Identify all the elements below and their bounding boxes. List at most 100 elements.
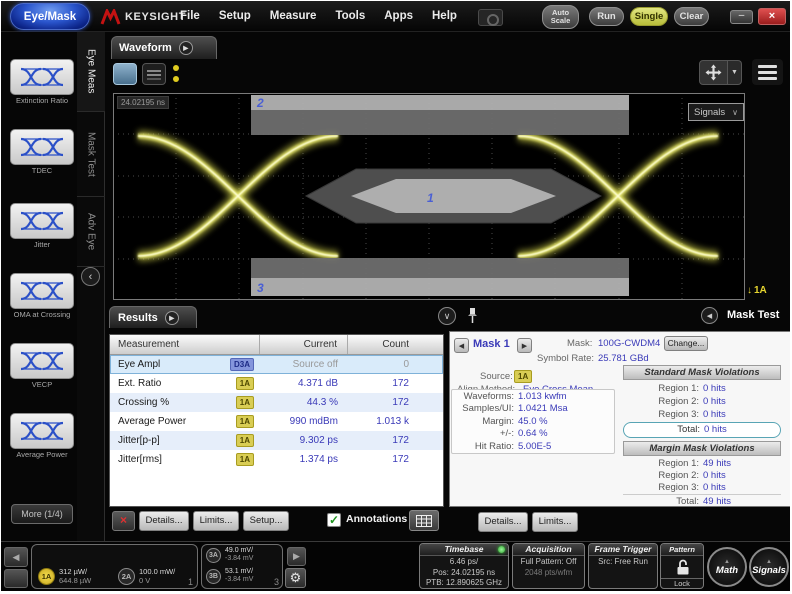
channel-scale: 53.1 mV/: [225, 568, 253, 576]
source-marker: 1A: [747, 285, 767, 296]
results-tab-menu-icon[interactable]: [165, 311, 179, 325]
meas-count: 172: [348, 435, 443, 446]
sidebar-item-tdec[interactable]: TDEC: [10, 129, 74, 176]
sidebar-item-vecp[interactable]: VECP: [10, 343, 74, 390]
move-cross-icon: [705, 64, 722, 81]
channel-3a-badge[interactable]: 3A: [206, 548, 221, 563]
waveform-tab[interactable]: Waveform: [111, 36, 217, 59]
marker-dot-2[interactable]: [173, 76, 179, 82]
delete-measurement-button[interactable]: [112, 511, 135, 531]
results-tab[interactable]: Results: [109, 306, 197, 328]
collapse-sidebar-button[interactable]: [81, 267, 100, 286]
mode-button[interactable]: Eye/Mask: [10, 3, 90, 30]
results-table-header: Measurement Current Count: [110, 335, 443, 355]
mask-change-button[interactable]: Change...: [664, 336, 708, 351]
stat-label: +/-:: [452, 428, 514, 440]
scroll-left-button[interactable]: ◀: [4, 547, 28, 567]
clear-button[interactable]: Clear: [674, 7, 709, 26]
display-layout-button[interactable]: [142, 63, 166, 85]
jitter-icon: [20, 210, 64, 232]
pin-icon[interactable]: [467, 307, 478, 325]
sidebar-item-extinction-ratio[interactable]: Extinction Ratio: [10, 59, 74, 106]
table-row[interactable]: Eye Ampl D3A Source off 0: [110, 355, 443, 374]
menu-setup[interactable]: Setup: [219, 10, 251, 22]
meas-name: Eye Ampl: [118, 359, 160, 370]
tab-mask-test[interactable]: Mask Test: [77, 112, 105, 197]
results-setup-button[interactable]: Setup...: [243, 511, 289, 531]
tab-eye-meas[interactable]: Eye Meas: [77, 32, 105, 112]
mask-next-button[interactable]: [517, 338, 532, 353]
pattern-lock-box[interactable]: Pattern Lock: [660, 543, 704, 589]
display-mode-button[interactable]: [113, 63, 137, 85]
meas-name: Jitter[p-p]: [118, 435, 160, 446]
channel-3b-badge[interactable]: 3B: [206, 569, 221, 584]
signals-dropdown[interactable]: Signals ∨: [688, 103, 744, 121]
menu-hamburger-button[interactable]: [752, 59, 783, 85]
menu-help[interactable]: Help: [432, 10, 457, 22]
pan-tool-caret[interactable]: [728, 60, 742, 85]
sidebar-item-oma-at-crossing[interactable]: OMA at Crossing: [10, 273, 74, 320]
source-badge: 1A: [236, 396, 254, 409]
results-limits-button[interactable]: Limits...: [193, 511, 239, 531]
menu-apps[interactable]: Apps: [384, 10, 413, 22]
more-tools-button[interactable]: More (1/4): [11, 504, 73, 524]
table-row[interactable]: Jitter[p-p] 1A 9.302 ps 172: [110, 431, 443, 450]
stat-value: 0.64 %: [518, 428, 548, 440]
channel-1a[interactable]: 1A 312 µW/ 644.8 µW: [38, 568, 91, 585]
stat-value: 5.00E-5: [518, 441, 551, 453]
eye-diagram-plot[interactable]: 2 3 1: [113, 93, 745, 300]
auto-scale-button[interactable]: Auto Scale: [542, 5, 579, 29]
channel-2a-badge[interactable]: 2A: [118, 568, 135, 585]
margin-total: Total:49 hits: [623, 494, 781, 508]
top-bar: Eye/Mask KEYSIGHT File Setup Measure Too…: [1, 1, 790, 32]
scroll-left-secondary-button[interactable]: [4, 569, 28, 588]
collapse-results-button[interactable]: [438, 307, 456, 325]
close-button[interactable]: [758, 8, 786, 25]
minimize-button[interactable]: [730, 10, 753, 24]
timebase-box[interactable]: Timebase 6.46 ps/ Pos: 24.02195 ns PTB: …: [419, 543, 509, 589]
math-button[interactable]: Math: [707, 547, 747, 587]
table-row[interactable]: Crossing % 1A 44.3 % 172: [110, 393, 443, 412]
pan-tool-button[interactable]: [699, 60, 728, 85]
menu-bar: File Setup Measure Tools Apps Help: [180, 10, 457, 22]
mask-region-3-label: 3: [257, 281, 264, 295]
marker-dot-1[interactable]: [173, 65, 179, 71]
mask-details-button[interactable]: Details...: [478, 512, 528, 532]
results-grid-view-button[interactable]: [409, 510, 439, 531]
acquisition-box[interactable]: Acquisition Full Pattern: Off 2048 pts/w…: [512, 543, 585, 589]
tool-label: TDEC: [10, 167, 74, 176]
menu-measure[interactable]: Measure: [270, 10, 317, 22]
channel-group-1[interactable]: 1A 312 µW/ 644.8 µW 2A 100.0 mW/ 0 V 1: [31, 544, 198, 589]
run-button[interactable]: Run: [589, 7, 624, 26]
mask-region-bottom: 3: [251, 258, 629, 296]
tool-label: Jitter: [10, 241, 74, 250]
sidebar-item-average-power[interactable]: Average Power: [10, 413, 74, 460]
mask-test-back-button[interactable]: [701, 307, 718, 324]
channel-3a[interactable]: 3A 49.0 mV/ -3.84 mV: [206, 547, 253, 563]
annotations-checkbox[interactable]: [327, 513, 341, 527]
gear-icon[interactable]: [285, 568, 306, 588]
group-corner-label: 1: [188, 577, 193, 587]
menu-tools[interactable]: Tools: [335, 10, 365, 22]
tab-adv-eye[interactable]: Adv Eye: [77, 197, 105, 267]
channel-3b[interactable]: 3B 53.1 mV/ -3.84 mV: [206, 568, 253, 584]
mask-name-value: 100G-CWDM4: [598, 338, 660, 349]
scroll-right-button[interactable]: ▶: [287, 547, 306, 566]
results-details-button[interactable]: Details...: [139, 511, 189, 531]
frame-trigger-box[interactable]: Frame Trigger Src: Free Run: [588, 543, 658, 589]
sidebar-item-jitter[interactable]: Jitter: [10, 203, 74, 250]
channel-2a[interactable]: 2A 100.0 mW/ 0 V: [118, 568, 175, 585]
channel-1a-badge[interactable]: 1A: [38, 568, 55, 585]
channel-scale: 49.0 mV/: [225, 547, 253, 555]
mask-prev-button[interactable]: [454, 338, 469, 353]
table-row[interactable]: Jitter[rms] 1A 1.374 ps 172: [110, 450, 443, 469]
menu-file[interactable]: File: [180, 10, 200, 22]
signals-button[interactable]: Signals: [749, 547, 789, 587]
waveform-tab-menu-icon[interactable]: [179, 41, 193, 55]
channel-group-3[interactable]: 3A 49.0 mV/ -3.84 mV 3B 53.1 mV/ -3.84 m…: [201, 544, 283, 589]
table-row[interactable]: Average Power 1A 990 mdBm 1.013 k: [110, 412, 443, 431]
table-row[interactable]: Ext. Ratio 1A 4.371 dB 172: [110, 374, 443, 393]
camera-icon[interactable]: [478, 9, 503, 26]
single-button[interactable]: Single: [630, 7, 668, 26]
mask-limits-button[interactable]: Limits...: [532, 512, 578, 532]
